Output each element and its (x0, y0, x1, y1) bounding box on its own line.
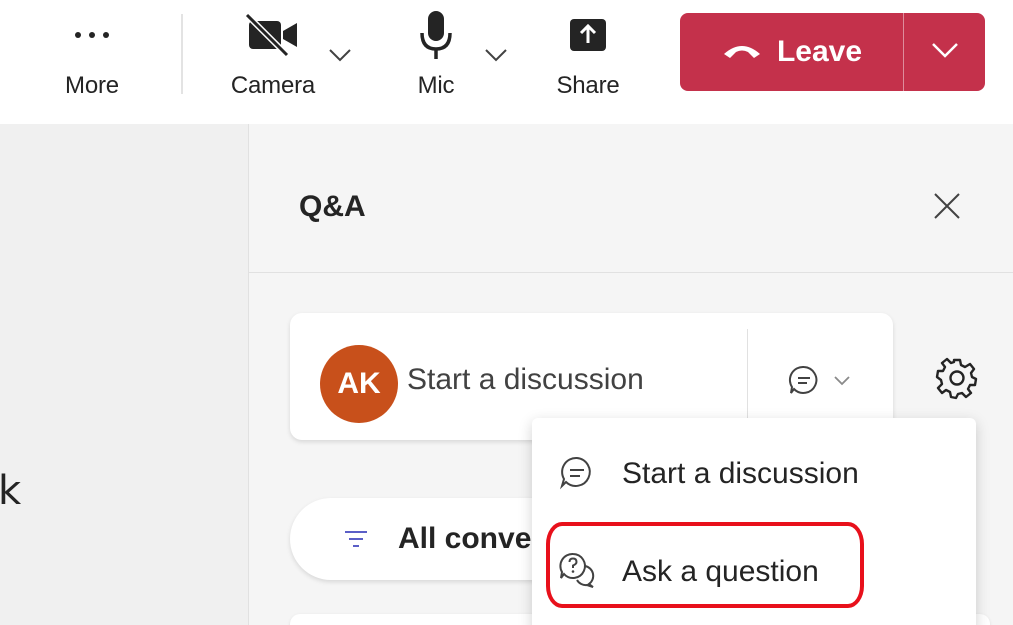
leave-button-group: Leave (680, 13, 985, 91)
chevron-down-icon (930, 41, 960, 64)
camera-off-icon (245, 0, 301, 70)
meeting-stage-area (0, 124, 248, 625)
more-button[interactable]: More (52, 0, 132, 124)
share-label: Share (556, 72, 620, 99)
menu-item-label: Ask a question (622, 555, 819, 588)
mic-options-chevron-icon[interactable] (484, 48, 508, 67)
leave-button[interactable]: Leave (680, 13, 904, 91)
share-screen-icon (568, 0, 608, 70)
composer-placeholder[interactable]: Start a discussion (407, 363, 644, 397)
mic-label: Mic (417, 72, 455, 99)
toolbar-divider (181, 14, 183, 94)
menu-item-start-discussion[interactable]: Start a discussion (532, 426, 976, 522)
question-bubble-icon (558, 550, 598, 595)
meeting-toolbar: More Camera Mic Share Leave (0, 0, 1013, 124)
chat-bubble-icon (558, 453, 596, 496)
camera-label: Camera (230, 72, 316, 99)
post-type-menu: Start a discussion Ask a question (532, 418, 976, 625)
microphone-icon (418, 0, 454, 70)
camera-options-chevron-icon[interactable] (328, 48, 352, 67)
filter-label: All conve (398, 522, 532, 555)
more-dots-icon (72, 0, 112, 70)
camera-button[interactable]: Camera (218, 0, 328, 124)
more-label: More (65, 72, 119, 99)
avatar: AK (320, 345, 398, 423)
meeting-window: More Camera Mic Share Leave k Q&A AK Sta… (0, 0, 1013, 625)
close-icon[interactable] (931, 190, 963, 227)
chevron-down-icon (833, 374, 851, 392)
composer-divider (747, 329, 748, 424)
mic-button[interactable]: Mic (396, 0, 476, 124)
chat-bubble-icon (787, 363, 821, 402)
menu-item-label: Start a discussion (622, 457, 859, 490)
partial-stage-text: k (0, 468, 22, 514)
share-button[interactable]: Share (548, 0, 628, 124)
panel-title: Q&A (299, 190, 366, 223)
menu-item-ask-question[interactable]: Ask a question (532, 524, 976, 620)
post-type-selector[interactable] (787, 363, 851, 402)
gear-icon[interactable] (935, 356, 979, 405)
qa-panel-header: Q&A (249, 124, 1013, 273)
leave-label: Leave (776, 35, 863, 68)
hang-up-icon (721, 40, 763, 65)
leave-options-button[interactable] (904, 13, 985, 91)
filter-icon (344, 530, 368, 553)
